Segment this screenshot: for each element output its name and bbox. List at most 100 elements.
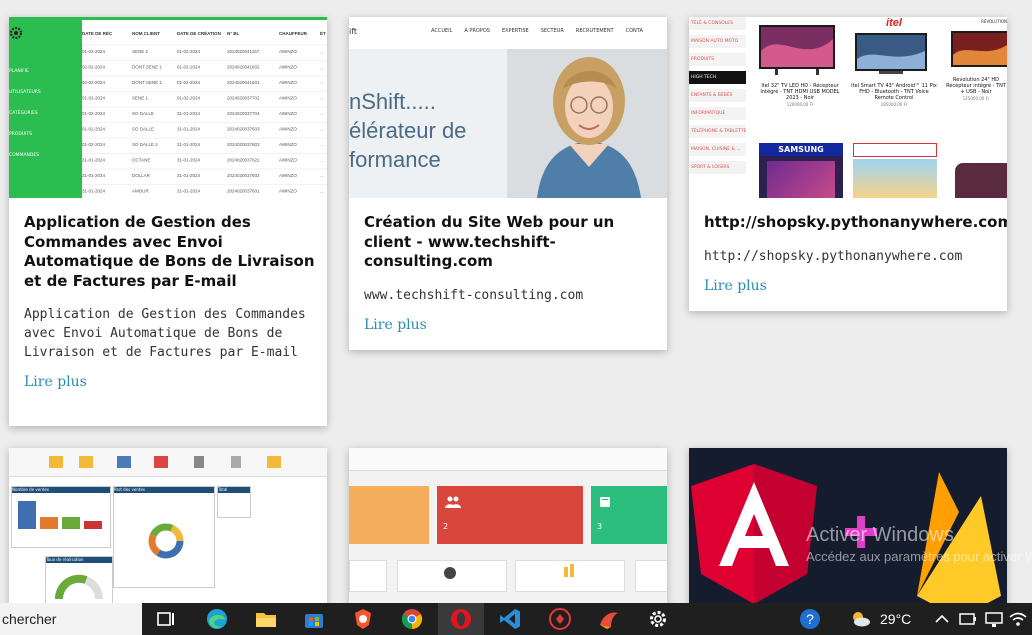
activation-watermark: Activer Windows Accédez aux paramètres p… [806, 524, 1032, 564]
table-cell: 01-02-2024 [82, 96, 106, 101]
category-item: INFORMATIQUE [689, 107, 746, 120]
table-cell: 2024020037601 [227, 189, 260, 194]
settings-icon[interactable] [646, 607, 670, 631]
panel-label: Total [218, 487, 250, 493]
admin-sidebar: PLANIFIE UTILISATEURS CATÉGORIES PRODUITS CO… [9, 17, 82, 198]
read-more-link[interactable]: Lire plus [24, 374, 87, 390]
chart-panel: Total [217, 486, 251, 518]
hero-line: élérateur de [349, 118, 467, 143]
stat-value: 2 [443, 522, 449, 531]
table-cell: AWINZO [279, 65, 297, 70]
project-card-dashboard[interactable]: Nombre de ventes Part des ventes Total T… [9, 448, 327, 608]
project-thumbnail: Nombre de ventes Part des ventes Total T… [9, 448, 327, 608]
project-thumbnail: TÉLÉ & CONSOLES MAISON AUTO MOTO PRODUITS H… [689, 17, 1007, 198]
site-nav-item: ACCUEIL [431, 28, 453, 34]
help-icon[interactable]: ? [798, 607, 822, 631]
sidebar-item: PRODUITS [9, 132, 33, 137]
site-navbar: ift ACCUEIL À PROPOS EXPERTISE SECTEUR RECRU… [349, 17, 667, 50]
taskbar-search-box[interactable]: chercher [0, 603, 142, 635]
table-cell: 02-02-2024 [82, 80, 106, 85]
site-logo: ift [349, 27, 358, 36]
brave-icon[interactable] [351, 607, 375, 631]
weather-temperature[interactable]: 29°C [880, 611, 911, 627]
hero-photo [507, 49, 667, 198]
tv-image [951, 31, 1007, 67]
product-name: Itel Smart TV 43" Android™ 11 Pix FHD - … [851, 83, 937, 101]
edge-icon[interactable] [205, 607, 229, 631]
watermark-title: Activer Windows [806, 524, 954, 546]
table-cell: ... [320, 96, 324, 101]
project-card-shopsky[interactable]: TÉLÉ & CONSOLES MAISON AUTO MOTO PRODUITS H… [689, 17, 1007, 311]
orders-table: DATE DE RÉC NOM CLIENT DATE DE CRÉATION N° … [82, 29, 327, 194]
table-cell: 01-02-2024 [82, 111, 106, 116]
table-header: ÉT [320, 29, 326, 36]
read-more-link[interactable]: Lire plus [704, 278, 767, 294]
table-cell: 2024020037603 [227, 142, 260, 147]
category-item: SPORT & LOISIRS [689, 161, 746, 174]
project-card-admin[interactable]: 2 3 [349, 448, 667, 608]
store-icon[interactable] [302, 607, 326, 631]
sidebar-item: CATÉGORIES [9, 111, 38, 116]
project-card-techshift[interactable]: ift ACCUEIL À PROPOS EXPERTISE SECTEUR RECRU… [349, 17, 667, 350]
sidebar-item: PLANIFIE [9, 69, 29, 74]
chart-panel: Part des ventes [113, 486, 215, 588]
project-thumbnail: PLANIFIE UTILISATEURS CATÉGORIES PRODUITS CO… [9, 17, 327, 198]
table-cell: ... [320, 173, 324, 178]
sidebar-item: COMMANDES [9, 153, 40, 158]
chrome-icon[interactable] [400, 607, 424, 631]
table-cell: DOLLAR [132, 173, 151, 178]
card-description: Application de Gestion des Commandes ave… [24, 307, 306, 360]
brand-logo: itel [886, 17, 902, 29]
card-title: Création du Site Web pour un client - ww… [364, 213, 615, 270]
table-cell: 2024020037702 [227, 96, 260, 101]
table-cell: AWINZO [279, 189, 297, 194]
weather-icon[interactable] [848, 607, 872, 631]
gear-icon [10, 27, 22, 39]
vscode-icon[interactable] [498, 607, 522, 631]
product-card: itel Itel Smart TV 43" Android™ 11 Pix F… [849, 17, 939, 107]
table-cell: 01-02-2024 [177, 65, 201, 70]
card-title: Application de Gestion des Commandes ave… [24, 213, 315, 290]
table-cell: ... [320, 158, 324, 163]
table-cell: SO DALLE [132, 127, 154, 132]
svg-text:?: ? [806, 611, 814, 627]
brand-logo: REVOLUTION [981, 19, 1007, 24]
category-item: PRODUITS [689, 53, 746, 66]
product-grid: Itel 32" TV LED HD - Récepteur Intégré -… [755, 17, 1007, 198]
task-view-icon[interactable] [154, 607, 178, 631]
card-description: http://shopsky.pythonanywhere.com [704, 248, 963, 264]
opera-icon[interactable] [449, 607, 473, 631]
table-cell: AWINZO [279, 96, 297, 101]
chevron-up-icon[interactable] [930, 607, 954, 631]
display-icon[interactable] [982, 607, 1006, 631]
card-description: www.techshift-consulting.com [364, 287, 584, 303]
table-cell: AWINZO [279, 142, 297, 147]
app-icon[interactable] [548, 607, 572, 631]
users-icon [445, 496, 461, 508]
sidebar-item: UTILISATEURS [9, 90, 41, 95]
hero-banner: nShift..... élérateur de formance [349, 49, 667, 198]
table-cell: AWINZO [279, 158, 297, 163]
site-nav-item: À PROPOS [464, 28, 490, 34]
product-price: 185000.00 Fr [880, 102, 908, 107]
hero-line: formance [349, 147, 441, 172]
table-cell: ... [320, 49, 324, 54]
table-cell: 01-02-2024 [177, 80, 201, 85]
table-cell: 01-02-2024 [177, 49, 201, 54]
app-icon-2[interactable] [597, 607, 621, 631]
read-more-link[interactable]: Lire plus [364, 317, 427, 333]
table-cell: 31-01-2024 [82, 173, 106, 178]
project-card-orders-app[interactable]: PLANIFIE UTILISATEURS CATÉGORIES PRODUITS CO… [9, 17, 327, 426]
table-cell: AWINZO [279, 80, 297, 85]
table-cell: DONT SENE 1 [132, 65, 162, 70]
site-nav-item: EXPERTISE [501, 28, 529, 34]
hero-line: nShift..... [349, 89, 436, 114]
category-item: ENFANTS & BÉBÉS [689, 89, 746, 102]
battery-icon[interactable] [956, 607, 980, 631]
category-item: MAISON AUTO MOTO [689, 35, 746, 48]
ribbon-toolbar [9, 448, 327, 477]
product-card [853, 143, 937, 198]
book-icon [600, 497, 610, 507]
wifi-icon[interactable] [1006, 607, 1030, 631]
file-explorer-icon[interactable] [254, 607, 278, 631]
